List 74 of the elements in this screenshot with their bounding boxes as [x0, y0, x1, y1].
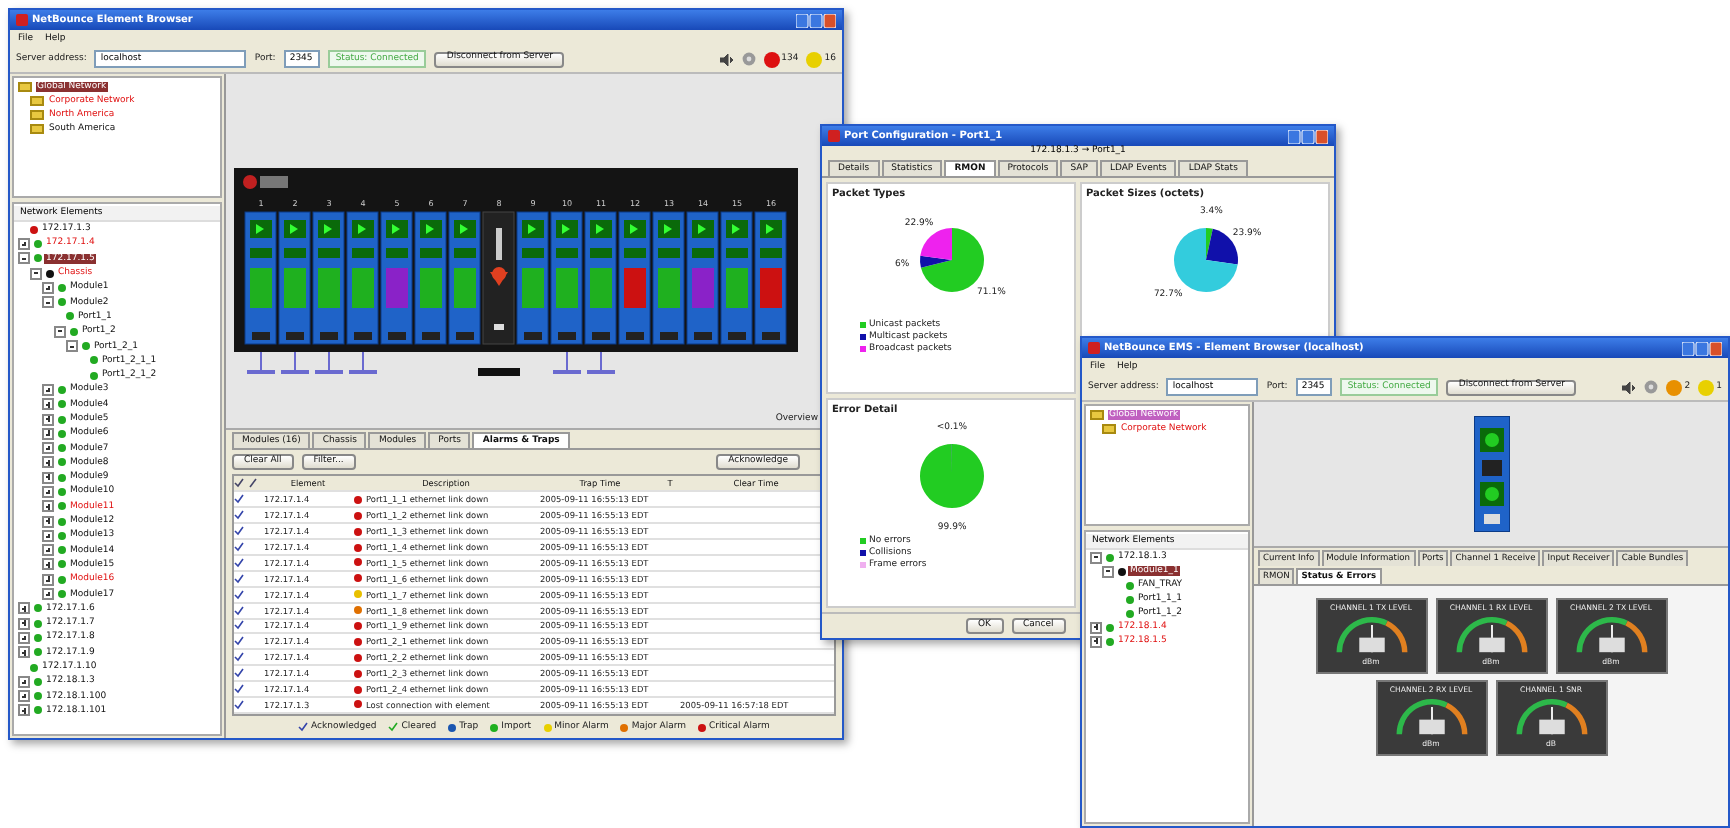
- expand-toggle[interactable]: [42, 529, 54, 542]
- expand-toggle[interactable]: [42, 588, 54, 601]
- check-icon: [298, 722, 309, 732]
- gauge-dial-drawing: [1511, 694, 1591, 739]
- expand-toggle[interactable]: [1090, 635, 1102, 647]
- app-icon: [1088, 342, 1100, 354]
- expand-toggle[interactable]: [42, 500, 54, 513]
- check-icon[interactable]: [234, 526, 244, 537]
- expand-toggle[interactable]: [18, 252, 30, 265]
- expand-toggle[interactable]: [18, 646, 30, 659]
- expand-toggle[interactable]: [42, 558, 54, 571]
- check-icon[interactable]: [234, 542, 244, 552]
- gauge-dial-drawing: [1451, 612, 1531, 657]
- check-icon[interactable]: [234, 668, 244, 679]
- alarm-count-icon[interactable]: [763, 51, 780, 67]
- expand-toggle[interactable]: [42, 281, 54, 294]
- expand-toggle[interactable]: [42, 471, 54, 484]
- expand-toggle[interactable]: [30, 267, 42, 280]
- check-icon[interactable]: [234, 699, 244, 710]
- legend-swatch: [860, 561, 866, 568]
- device-block: [478, 368, 520, 376]
- gauge-dial-drawing: [1391, 694, 1471, 739]
- check-icon[interactable]: [234, 684, 244, 695]
- legend-swatch: [860, 346, 866, 353]
- expand-toggle[interactable]: [66, 340, 78, 353]
- gauge-dial-drawing: [1331, 612, 1411, 657]
- window-buttons-icon[interactable]: [796, 13, 836, 27]
- check-icon[interactable]: [234, 605, 244, 616]
- speaker-icon[interactable]: [719, 53, 734, 65]
- check-header-icon: [234, 478, 244, 489]
- expand-toggle[interactable]: [1090, 551, 1102, 563]
- expand-toggle[interactable]: [18, 631, 30, 644]
- expand-toggle[interactable]: [18, 602, 30, 615]
- speaker-icon[interactable]: [1622, 381, 1637, 393]
- gauge-dial-drawing: [1571, 612, 1651, 657]
- expand-toggle[interactable]: [54, 325, 66, 338]
- app-icon: [828, 130, 840, 142]
- window-buttons-icon[interactable]: [1682, 341, 1722, 355]
- expand-toggle[interactable]: [42, 573, 54, 586]
- expand-toggle[interactable]: [18, 617, 30, 630]
- expand-toggle[interactable]: [42, 485, 54, 498]
- legend-swatch: [860, 549, 866, 556]
- expand-toggle[interactable]: [42, 442, 54, 455]
- legend-swatch: [860, 537, 866, 544]
- expand-toggle[interactable]: [42, 456, 54, 469]
- expand-toggle[interactable]: [18, 704, 30, 717]
- pencil-header-icon: [248, 478, 258, 489]
- expand-toggle[interactable]: [42, 427, 54, 440]
- controller-card[interactable]: [482, 211, 515, 345]
- expand-toggle[interactable]: [18, 237, 30, 250]
- legend-swatch: [860, 322, 866, 329]
- check-icon[interactable]: [234, 510, 244, 521]
- check-icon[interactable]: [234, 557, 244, 568]
- module-card-drawing[interactable]: [1473, 416, 1509, 532]
- legend-swatch: [860, 334, 866, 341]
- expand-toggle[interactable]: [42, 515, 54, 528]
- check-icon[interactable]: [234, 652, 244, 663]
- expand-toggle[interactable]: [42, 398, 54, 411]
- check-icon[interactable]: [234, 636, 244, 647]
- expand-toggle[interactable]: [1090, 621, 1102, 633]
- check-icon[interactable]: [234, 620, 244, 631]
- expand-toggle[interactable]: [42, 544, 54, 557]
- expand-toggle[interactable]: [42, 383, 54, 396]
- vendor-logo: [243, 175, 288, 189]
- expand-toggle[interactable]: [18, 675, 30, 688]
- check-icon[interactable]: [234, 589, 244, 600]
- expand-toggle[interactable]: [1102, 565, 1114, 577]
- check-icon[interactable]: [234, 573, 244, 584]
- window-buttons-icon[interactable]: [1288, 129, 1328, 143]
- check-icon[interactable]: [234, 494, 244, 505]
- app-icon: [16, 14, 28, 26]
- expand-toggle[interactable]: [42, 296, 54, 309]
- expand-toggle[interactable]: [18, 690, 30, 703]
- expand-toggle[interactable]: [42, 413, 54, 425]
